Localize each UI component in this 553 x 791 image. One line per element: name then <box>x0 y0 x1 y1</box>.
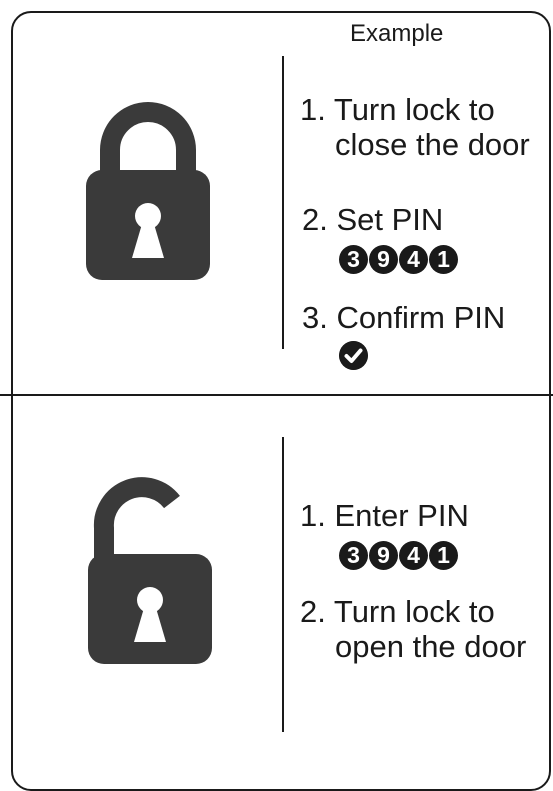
lock-step-3: 3. Confirm PIN <box>302 300 506 335</box>
pin-digit: 9 <box>369 541 398 570</box>
pin-digit: 9 <box>369 245 398 274</box>
column-divider-bottom <box>282 437 284 732</box>
lock-step-1: 1. Turn lock to close the door <box>300 92 530 162</box>
pin-digit: 4 <box>399 245 428 274</box>
pin-digit: 3 <box>339 541 368 570</box>
pin-digit: 1 <box>429 245 458 274</box>
pin-digit: 3 <box>339 245 368 274</box>
pin-digit: 4 <box>399 541 428 570</box>
set-pin-digits: 3 9 4 1 <box>339 245 458 274</box>
unlock-step-1: 1. Enter PIN <box>300 498 469 533</box>
open-padlock-icon <box>88 477 212 664</box>
example-label: Example <box>350 20 444 47</box>
unlock-step-2: 2. Turn lock to open the door <box>300 594 527 664</box>
checkmark-icon <box>339 341 368 370</box>
enter-pin-digits: 3 9 4 1 <box>339 541 458 570</box>
column-divider-top <box>282 56 284 349</box>
closed-padlock-icon <box>86 102 210 280</box>
section-divider <box>0 394 553 396</box>
lock-step-2: 2. Set PIN <box>302 202 444 237</box>
pin-digit: 1 <box>429 541 458 570</box>
